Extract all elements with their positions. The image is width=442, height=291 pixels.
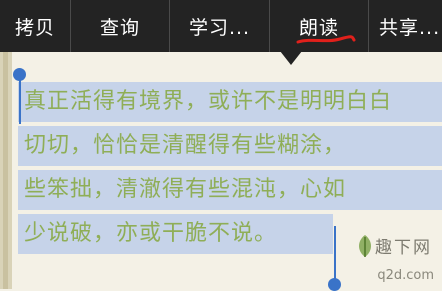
- selection-context-menu: 拷贝 查询 学习... 朗读 共享...: [0, 0, 442, 52]
- page-edge: [0, 52, 12, 289]
- watermark-title: 趣下网: [375, 238, 432, 258]
- leaf-icon: [359, 235, 371, 257]
- share-button[interactable]: 共享...: [368, 0, 442, 52]
- text-line-2: 切切，恰恰是清醒得有些糊涂，: [18, 126, 442, 166]
- text-line-3: 些笨拙，清澈得有些混沌，心如: [18, 170, 442, 210]
- text-line-1: 真正活得有境界，或许不是明明白白: [18, 82, 442, 122]
- menu-pointer-arrow: [280, 51, 302, 65]
- text-line-4: 少说破，亦或干脆不说。: [18, 214, 333, 254]
- read-aloud-button[interactable]: 朗读: [269, 0, 368, 52]
- selection-end-handle[interactable]: [328, 278, 341, 291]
- lookup-button[interactable]: 查询: [70, 0, 169, 52]
- learn-button[interactable]: 学习...: [169, 0, 269, 52]
- selection-end-caret: [334, 226, 336, 280]
- watermark-logo: 趣下网 q2d.com: [354, 227, 438, 285]
- copy-button[interactable]: 拷贝: [0, 0, 70, 52]
- watermark-url: q2d.com: [377, 268, 434, 283]
- selection-start-caret: [19, 76, 21, 124]
